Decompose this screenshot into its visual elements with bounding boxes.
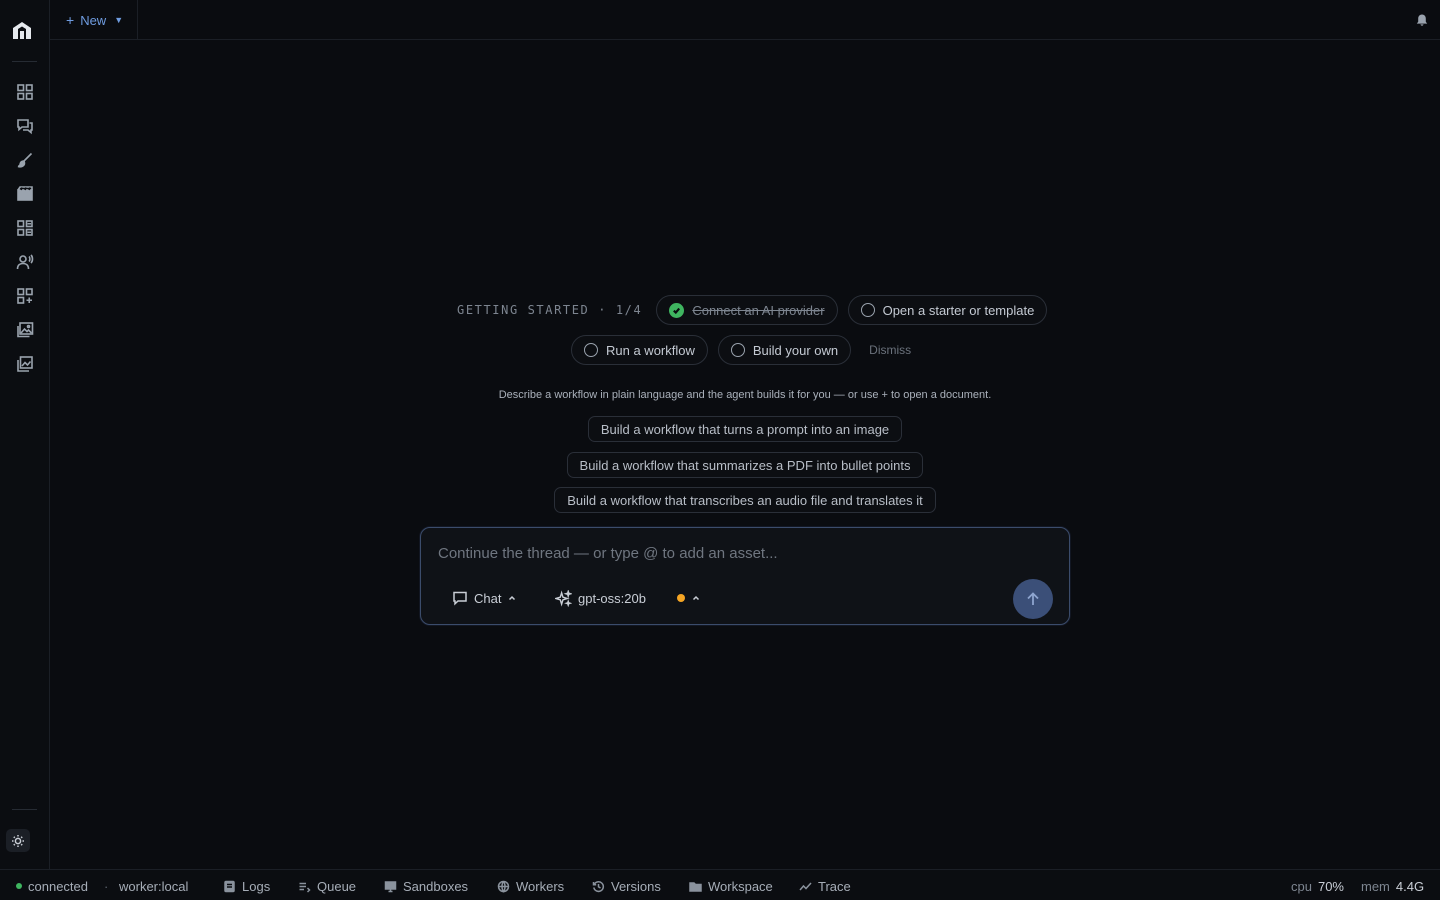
queue-label: Queue bbox=[317, 878, 357, 894]
mode-label: Chat bbox=[474, 590, 502, 606]
status-selector[interactable] bbox=[677, 587, 701, 609]
step-label: Run a workflow bbox=[606, 342, 695, 358]
worker-label: worker:local bbox=[119, 878, 189, 894]
apps-add-icon[interactable] bbox=[15, 286, 35, 306]
gallery-icon[interactable] bbox=[15, 320, 35, 340]
workers-button[interactable]: Workers bbox=[497, 878, 564, 894]
voice-icon[interactable] bbox=[15, 252, 35, 272]
sandboxes-button[interactable]: Sandboxes bbox=[384, 878, 468, 894]
sandboxes-label: Sandboxes bbox=[403, 878, 469, 894]
connected-dot-icon bbox=[16, 883, 22, 889]
arrow-up-icon bbox=[1027, 592, 1039, 605]
theme-toggle-button[interactable] bbox=[6, 829, 30, 852]
history-icon bbox=[592, 880, 605, 892]
queue-icon bbox=[299, 882, 311, 893]
send-button[interactable] bbox=[1013, 579, 1053, 619]
plus-icon: + bbox=[66, 12, 75, 28]
suggestion-row: Build a workflow that turns a prompt int… bbox=[420, 416, 1070, 442]
workers-label: Workers bbox=[516, 878, 565, 894]
cpu-label: cpu bbox=[1291, 878, 1312, 894]
model-selector[interactable]: gpt-oss:20b bbox=[555, 587, 646, 609]
suggestion-chip[interactable]: Build a workflow that turns a prompt int… bbox=[587, 416, 903, 442]
chat-icon[interactable] bbox=[15, 116, 35, 136]
getting-started-label: GETTING STARTED · 1/4 bbox=[457, 303, 643, 317]
versions-button[interactable]: Versions bbox=[592, 878, 661, 894]
suggestion-chip[interactable]: Build a workflow that summarizes a PDF i… bbox=[566, 452, 924, 478]
video-icon[interactable] bbox=[15, 184, 35, 204]
suggestion-row: Build a workflow that summarizes a PDF i… bbox=[420, 452, 1070, 478]
library-icon[interactable] bbox=[15, 354, 35, 374]
mem-stat: mem 4.4G bbox=[1361, 878, 1424, 894]
chat-bubble-icon bbox=[453, 591, 467, 606]
suggestion-chip[interactable]: Build a workflow that transcribes an aud… bbox=[554, 487, 936, 513]
step-label: Connect an AI provider bbox=[692, 302, 825, 318]
dashboard-icon[interactable] bbox=[15, 82, 35, 102]
connection-label: connected bbox=[28, 878, 88, 894]
status-dot-icon bbox=[677, 594, 685, 602]
step-open-starter[interactable]: Open a starter or template bbox=[847, 295, 1048, 325]
globe-icon bbox=[497, 880, 510, 893]
mem-label: mem bbox=[1361, 878, 1390, 894]
check-circle-icon bbox=[669, 302, 685, 318]
queue-button[interactable]: Queue bbox=[298, 878, 356, 894]
connection-status: connected bbox=[16, 878, 88, 894]
description-text: Describe a workflow in plain language an… bbox=[498, 389, 992, 401]
versions-label: Versions bbox=[611, 878, 661, 894]
chevron-up-icon bbox=[692, 595, 700, 601]
cpu-stat: cpu 70% bbox=[1291, 878, 1344, 894]
getting-started-row-1: GETTING STARTED · 1/4 Connect an AI prov… bbox=[457, 295, 1048, 325]
empty-circle-icon bbox=[584, 343, 598, 357]
logs-button[interactable]: Logs bbox=[223, 878, 270, 894]
folder-icon bbox=[689, 881, 702, 892]
chevron-up-icon bbox=[509, 595, 516, 601]
suggestion-row: Build a workflow that transcribes an aud… bbox=[420, 487, 1070, 513]
sidebar-divider-bottom bbox=[12, 809, 37, 810]
sun-icon bbox=[12, 834, 24, 847]
caret-down-icon: ▼ bbox=[114, 15, 124, 25]
logs-label: Logs bbox=[242, 878, 271, 894]
monitor-icon bbox=[384, 880, 397, 892]
trace-label: Trace bbox=[818, 878, 851, 894]
empty-circle-icon bbox=[730, 343, 745, 357]
trace-button[interactable]: Trace bbox=[799, 878, 851, 894]
mode-selector[interactable]: Chat bbox=[452, 587, 517, 609]
model-label: gpt-oss:20b bbox=[578, 590, 646, 606]
sparkles-icon bbox=[555, 589, 572, 607]
sidebar bbox=[0, 0, 50, 869]
step-build-own[interactable]: Build your own bbox=[717, 335, 852, 365]
thread-input[interactable] bbox=[438, 542, 1038, 564]
empty-circle-icon bbox=[860, 303, 875, 317]
step-run-workflow[interactable]: Run a workflow bbox=[571, 335, 708, 365]
workspace-label: Workspace bbox=[708, 878, 773, 894]
step-label: Build your own bbox=[752, 342, 839, 358]
workspace-button[interactable]: Workspace bbox=[689, 878, 773, 894]
top-bar: + New ▼ bbox=[50, 0, 1440, 40]
sidebar-divider-top bbox=[12, 61, 37, 62]
composer: Chat gpt-oss:20b bbox=[420, 527, 1070, 625]
new-button-label: New bbox=[80, 12, 107, 28]
bell-icon[interactable] bbox=[1415, 13, 1429, 27]
dismiss-button[interactable]: Dismiss bbox=[869, 343, 911, 357]
separator: · bbox=[104, 878, 109, 894]
getting-started-row-2: Run a workflow Build your own Dismiss bbox=[571, 335, 911, 365]
app-logo[interactable] bbox=[11, 19, 33, 41]
new-button[interactable]: + New ▼ bbox=[50, 0, 138, 40]
mem-value: 4.4G bbox=[1395, 878, 1425, 894]
cpu-value: 70% bbox=[1317, 878, 1344, 894]
trend-icon bbox=[799, 881, 812, 890]
step-label: Open a starter or template bbox=[882, 302, 1035, 318]
status-bar: connected · worker:local Logs Queue Sand… bbox=[0, 869, 1440, 900]
brush-icon[interactable] bbox=[15, 150, 35, 170]
step-connect-provider[interactable]: Connect an AI provider bbox=[656, 295, 838, 325]
document-icon bbox=[224, 880, 235, 892]
grid-icon[interactable] bbox=[15, 218, 35, 238]
